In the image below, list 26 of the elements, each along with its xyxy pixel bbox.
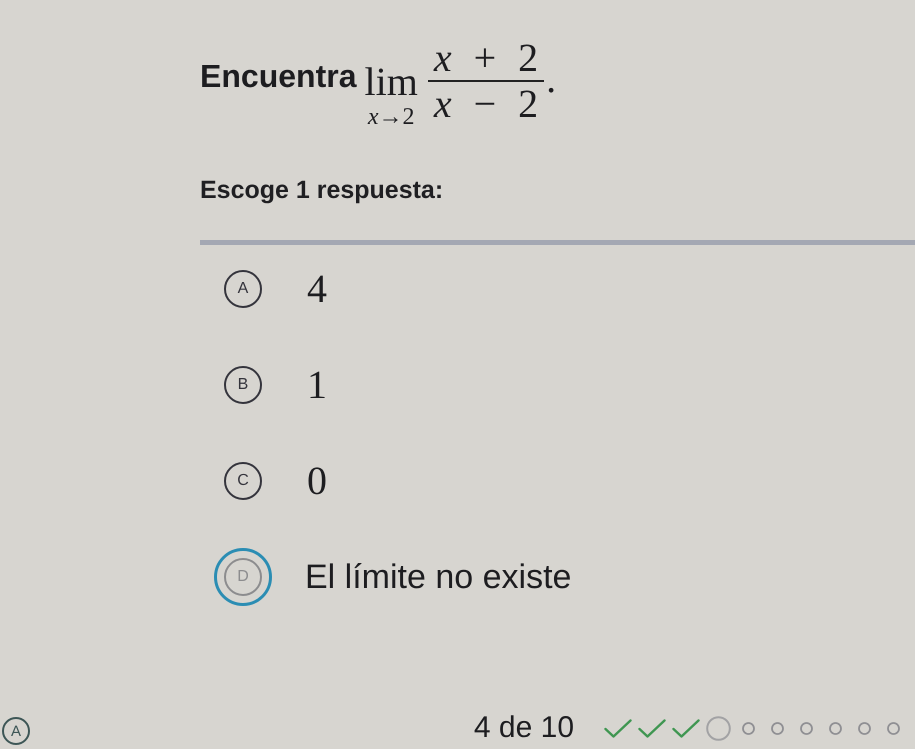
answer-text: 4 bbox=[307, 265, 327, 313]
small-circle-icon bbox=[887, 722, 900, 734]
check-icon bbox=[672, 718, 700, 738]
prompt-text: Encuentra bbox=[200, 58, 356, 94]
progress-counter: 4 de 10 bbox=[474, 711, 574, 745]
small-circle-icon bbox=[829, 722, 842, 734]
small-circle-icon bbox=[771, 722, 784, 734]
small-circle-icon bbox=[800, 722, 813, 734]
answer-text: 1 bbox=[307, 361, 327, 409]
small-circle-icon bbox=[858, 722, 871, 734]
limit-subscript: x→2 bbox=[368, 103, 414, 131]
letter-badge: A bbox=[2, 717, 30, 745]
fraction-denominator: x − 2 bbox=[432, 82, 540, 126]
check-icon bbox=[638, 718, 666, 738]
choice-radio[interactable]: C bbox=[224, 462, 262, 500]
fraction-numerator: x + 2 bbox=[432, 36, 540, 80]
period-text: . bbox=[546, 57, 556, 101]
choice-radio[interactable]: B bbox=[224, 366, 262, 404]
check-icon bbox=[604, 718, 632, 738]
choice-radio[interactable]: A bbox=[224, 270, 262, 308]
answer-text: El límite no existe bbox=[305, 556, 572, 598]
circle-icon bbox=[706, 716, 731, 740]
instruction-text: Escoge 1 respuesta: bbox=[200, 176, 444, 204]
limit-operator: lim bbox=[364, 61, 418, 103]
answer-text: 0 bbox=[307, 457, 327, 505]
small-circle-icon bbox=[742, 722, 755, 734]
